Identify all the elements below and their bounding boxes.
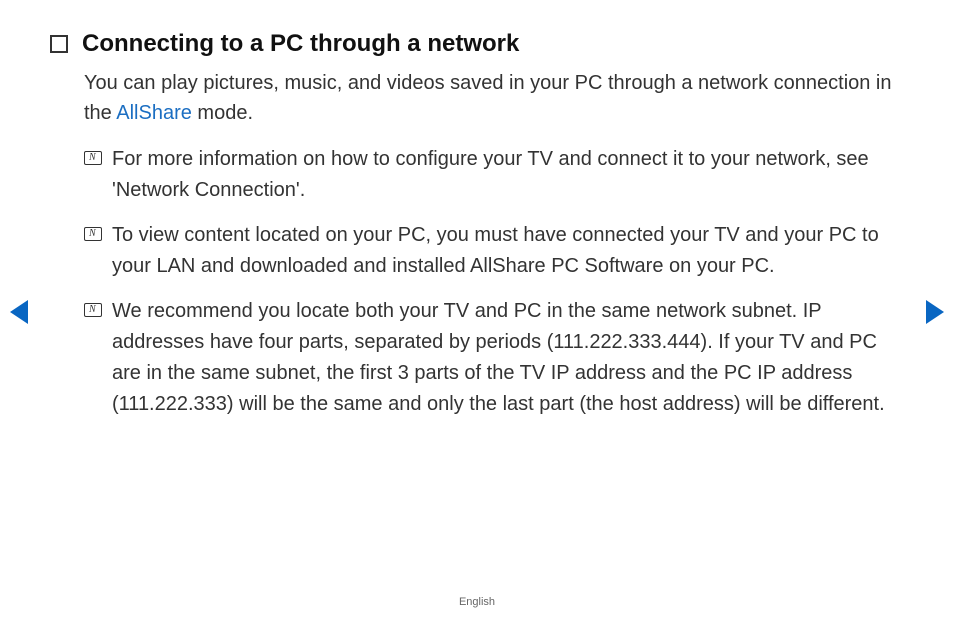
allshare-link[interactable]: AllShare xyxy=(116,102,192,124)
nav-next-icon[interactable] xyxy=(926,300,944,324)
note-item: To view content located on your PC, you … xyxy=(84,220,904,282)
nav-previous-icon[interactable] xyxy=(10,300,28,324)
intro-paragraph: You can play pictures, music, and videos… xyxy=(84,68,904,128)
bullet-square-icon xyxy=(50,35,68,53)
note-icon xyxy=(84,151,102,165)
note-text-1: For more information on how to configure… xyxy=(112,144,904,206)
note-icon xyxy=(84,303,102,317)
note-text-2: To view content located on your PC, you … xyxy=(112,220,904,282)
footer-language: English xyxy=(0,596,954,608)
intro-text-2: mode. xyxy=(192,102,253,124)
note-icon xyxy=(84,227,102,241)
page-heading: Connecting to a PC through a network xyxy=(82,30,519,58)
note-item: For more information on how to configure… xyxy=(84,144,904,206)
note-text-3: We recommend you locate both your TV and… xyxy=(112,296,904,420)
note-item: We recommend you locate both your TV and… xyxy=(84,296,904,420)
heading-row: Connecting to a PC through a network xyxy=(50,30,904,58)
